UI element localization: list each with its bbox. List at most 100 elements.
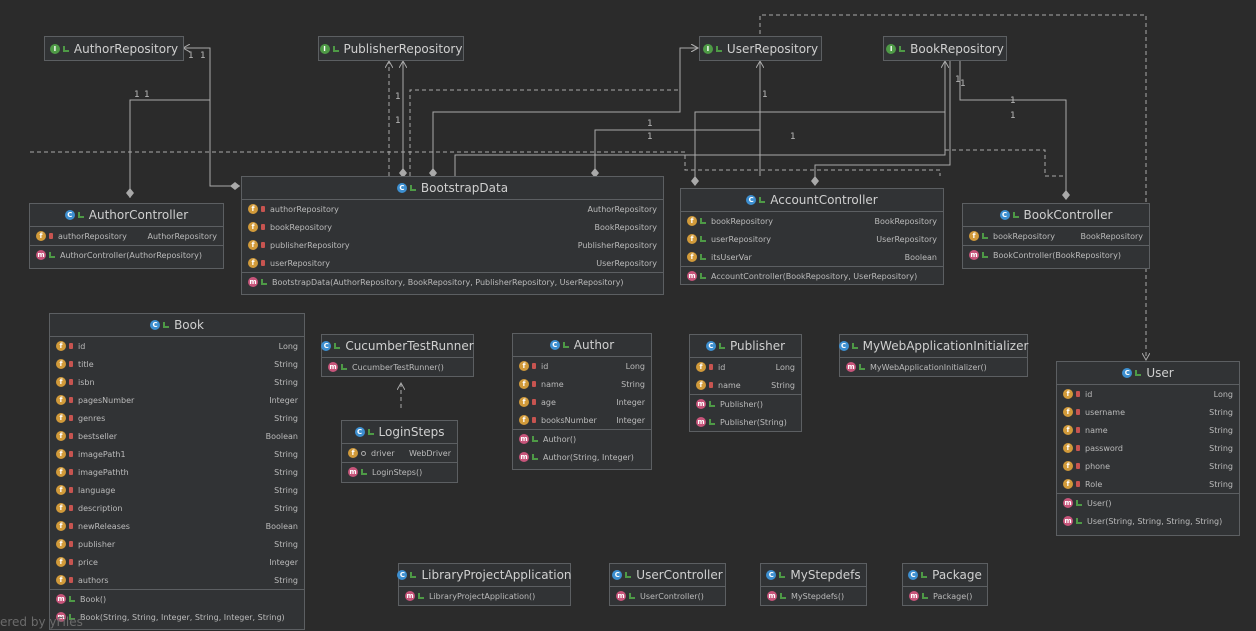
private-icon [69, 343, 73, 349]
class-book-controller[interactable]: C BookController f bookRepository BookRepos… [962, 203, 1150, 269]
class-my-web-application-initializer[interactable]: C MyWebApplicationInitializer m MyWebAppli… [838, 334, 1028, 377]
class-icon: C [1122, 368, 1133, 378]
class-icon: C [354, 427, 365, 437]
public-icon [49, 252, 55, 258]
field-icon: f [56, 431, 66, 441]
class-my-stepdefs[interactable]: C MyStepdefs m MyStepdefs() [760, 563, 867, 606]
book-fields: f id Long f title String f isbn String f pagesNumb… [50, 337, 304, 589]
method-row: m User() [1057, 493, 1239, 512]
field-icon: f [56, 557, 66, 567]
field-icon: f [1063, 425, 1073, 435]
class-user[interactable]: C User f id Long f username String f name Strin… [1056, 361, 1240, 536]
field-row: f authors String [50, 571, 304, 589]
field-row: f bookRepository BookRepository [681, 212, 943, 230]
field-row: f age Integer [513, 393, 651, 411]
class-icon: C [150, 320, 161, 330]
method-icon: m [519, 452, 529, 462]
multiplicity-label: 1 [955, 75, 961, 85]
node-title: AuthorController [88, 208, 189, 222]
method-icon: m [969, 250, 979, 260]
public-icon [700, 254, 706, 260]
class-account-controller[interactable]: C AccountController f bookRepository BookRe… [680, 188, 944, 285]
public-icon [899, 45, 906, 52]
field-icon: f [1063, 407, 1073, 417]
edge-bootstrap-userrepo [432, 48, 698, 176]
node-title: LoginSteps [378, 425, 445, 439]
class-login-steps[interactable]: C LoginSteps f driver WebDriver m LoginSteps… [341, 420, 458, 483]
class-library-project-application[interactable]: C LibraryProjectApplication m LibraryProje… [397, 563, 572, 606]
field-row: f authorRepository AuthorRepository [242, 200, 663, 218]
edge-bootstrap-bookrepo [454, 61, 945, 176]
public-icon [779, 572, 786, 578]
class-icon: C [64, 210, 75, 220]
private-icon [69, 361, 73, 367]
field-icon: f [36, 231, 46, 241]
method-row: m BookController(BookRepository) [963, 245, 1149, 264]
public-icon [410, 572, 417, 578]
class-icon: C [397, 570, 408, 580]
class-icon: C [549, 340, 560, 350]
field-row: f driver WebDriver [342, 444, 457, 462]
field-icon: f [1063, 443, 1073, 453]
private-icon [261, 206, 265, 212]
class-book[interactable]: C Book f id Long f title String f isbn String f pag… [49, 313, 305, 630]
field-icon: f [519, 379, 529, 389]
public-icon [163, 322, 170, 328]
public-icon [700, 273, 706, 279]
public-icon [261, 279, 267, 285]
field-row: f imagePathth String [50, 463, 304, 481]
class-package[interactable]: C Package m Package() [902, 563, 988, 606]
node-title: UserRepository [726, 41, 819, 56]
class-bootstrap-data[interactable]: C BootstrapData f authorRepository AuthorRe… [241, 176, 664, 295]
public-icon [532, 436, 538, 442]
public-icon [982, 252, 988, 258]
interface-author-repository[interactable]: I AuthorRepository [44, 36, 184, 61]
public-icon [921, 572, 928, 578]
method-row: m CucumberTestRunner() [328, 362, 444, 372]
diamond-bookcontroller [1062, 190, 1070, 200]
class-publisher[interactable]: C Publisher f id Long f name String m Publishe… [689, 334, 802, 432]
public-icon [715, 45, 722, 52]
field-icon: f [56, 485, 66, 495]
multiplicity-label: 1 [647, 119, 653, 129]
private-icon [69, 487, 73, 493]
field-icon: f [56, 359, 66, 369]
diagram-canvas: 1 1 1 1 1 1 1 1 1 1 1 1 1 1 I AuthorRepos… [0, 0, 1256, 631]
node-title: CucumberTestRunner [345, 339, 474, 353]
multiplicity-label: 1 [762, 90, 768, 100]
public-icon [334, 343, 341, 349]
field-row: f Role String [1057, 475, 1239, 493]
method-icon: m [1063, 516, 1073, 526]
class-cucumber-test-runner[interactable]: C CucumberTestRunner m CucumberTestRunner(… [321, 334, 474, 377]
method-icon: m [846, 362, 856, 372]
field-icon: f [1063, 461, 1073, 471]
private-icon [49, 233, 53, 239]
public-icon [62, 45, 69, 52]
field-icon: f [56, 503, 66, 513]
class-author[interactable]: C Author f id Long f name String f age Integer … [512, 333, 652, 470]
method-icon: m [56, 594, 66, 604]
method-row: m MyStepdefs() [767, 591, 845, 601]
interface-icon: I [702, 43, 713, 54]
public-icon [367, 429, 374, 435]
class-user-controller[interactable]: C UserController m UserController() [609, 563, 726, 606]
field-row: f itsUserVar Boolean [681, 248, 943, 266]
method-row: m UserController() [616, 591, 704, 601]
private-icon [532, 381, 536, 387]
method-row: m LibraryProjectApplication() [405, 591, 536, 601]
interface-book-repository[interactable]: I BookRepository [883, 36, 1007, 61]
field-icon: f [56, 377, 66, 387]
field-icon: f [696, 380, 706, 390]
interface-user-repository[interactable]: I UserRepository [699, 36, 822, 61]
interface-publisher-repository[interactable]: I PublisherRepository [318, 36, 464, 61]
class-icon: C [746, 195, 757, 205]
method-icon: m [519, 434, 529, 444]
class-icon: C [838, 341, 849, 351]
private-icon [69, 541, 73, 547]
method-icon: m [696, 399, 706, 409]
diamond-account-2 [691, 176, 699, 186]
field-icon: f [519, 361, 529, 371]
method-icon: m [909, 591, 919, 601]
edge-account-bookrepo [694, 61, 946, 184]
class-author-controller[interactable]: C AuthorController f authorRepository Autho… [29, 203, 224, 269]
